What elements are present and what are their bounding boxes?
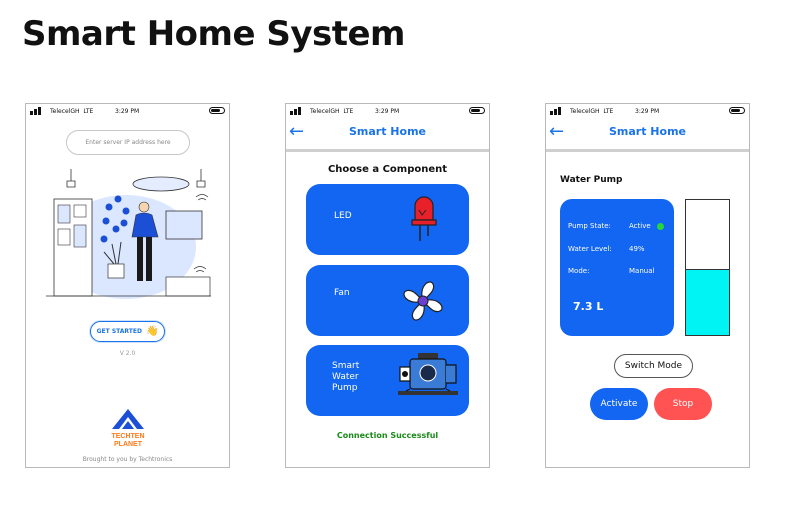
waving-hand-icon: 👋: [145, 326, 159, 337]
component-label: Smart Water Pump: [332, 361, 360, 393]
choose-component-heading: Choose a Component: [327, 164, 448, 175]
carrier-label: TelecelGH LTE: [570, 108, 614, 115]
app-header: ← Smart Home: [546, 118, 749, 152]
water-level-row: Water Level: 49%: [568, 245, 645, 253]
pump-state-value: Active: [629, 222, 651, 230]
status-time: 3:29 PM: [375, 108, 400, 115]
fan-icon: [403, 281, 443, 321]
signal-icon: [550, 107, 561, 115]
status-time: 3:29 PM: [635, 108, 660, 115]
liters-readout: 7.3 L: [573, 300, 604, 313]
header-title: Smart Home: [348, 125, 426, 138]
battery-icon: [729, 107, 745, 114]
get-started-label: GET STARTED: [96, 328, 142, 335]
status-bar: TelecelGH LTE 3:29 PM: [26, 104, 229, 118]
page-title: Smart Home System: [22, 14, 405, 54]
get-started-button[interactable]: GET STARTED 👋: [90, 321, 165, 342]
version-label: V 2.0: [119, 350, 136, 357]
stop-button[interactable]: Stop: [654, 388, 712, 420]
water-tank-fill: [686, 268, 729, 335]
led-icon: [411, 196, 437, 241]
activate-button[interactable]: Activate: [590, 388, 648, 420]
brought-by-label: Brought to you by Techtronics: [82, 456, 173, 463]
carrier-label: TelecelGH LTE: [50, 108, 94, 115]
active-status-dot: [657, 223, 664, 230]
switch-mode-button[interactable]: Switch Mode: [614, 354, 693, 378]
mode-value: Manual: [629, 267, 655, 275]
svg-text:PLANET: PLANET: [114, 441, 143, 448]
techten-planet-logo: TECHTEN PLANET: [104, 409, 152, 449]
phone-screen-water-pump: TelecelGH LTE 3:29 PM ← Smart Home Water…: [545, 103, 750, 468]
water-tank-gauge: [685, 199, 730, 336]
pump-state-row: Pump State: Active: [568, 222, 651, 230]
component-led-button[interactable]: LED: [306, 184, 469, 255]
battery-icon: [209, 107, 225, 114]
app-header: ← Smart Home: [286, 118, 489, 152]
svg-text:TECHTEN: TECHTEN: [111, 433, 144, 440]
server-ip-input[interactable]: Enter server IP address here: [66, 130, 190, 155]
header-title: Smart Home: [608, 125, 686, 138]
water-pump-title: Water Pump: [560, 175, 623, 185]
water-pump-icon: [398, 353, 458, 395]
status-bar: TelecelGH LTE 3:29 PM: [546, 104, 749, 118]
phone-screen-components: TelecelGH LTE 3:29 PM ← Smart Home Choos…: [285, 103, 490, 468]
water-level-value: 49%: [629, 245, 645, 253]
component-label: LED: [334, 211, 352, 221]
connection-status: Connection Successful: [336, 431, 439, 440]
phone-screen-start: TelecelGH LTE 3:29 PM Enter server IP ad…: [25, 103, 230, 468]
component-fan-button[interactable]: Fan: [306, 265, 469, 336]
carrier-label: TelecelGH LTE: [310, 108, 354, 115]
battery-icon: [469, 107, 485, 114]
pump-status-panel: Pump State: Active Water Level: 49% Mode…: [560, 199, 674, 336]
signal-icon: [290, 107, 301, 115]
component-water-pump-button[interactable]: Smart Water Pump: [306, 345, 469, 416]
component-label: Fan: [334, 288, 350, 298]
signal-icon: [30, 107, 41, 115]
status-time: 3:29 PM: [115, 108, 140, 115]
mode-row: Mode: Manual: [568, 267, 655, 275]
status-bar: TelecelGH LTE 3:29 PM: [286, 104, 489, 118]
smart-home-illustration: [46, 169, 211, 299]
